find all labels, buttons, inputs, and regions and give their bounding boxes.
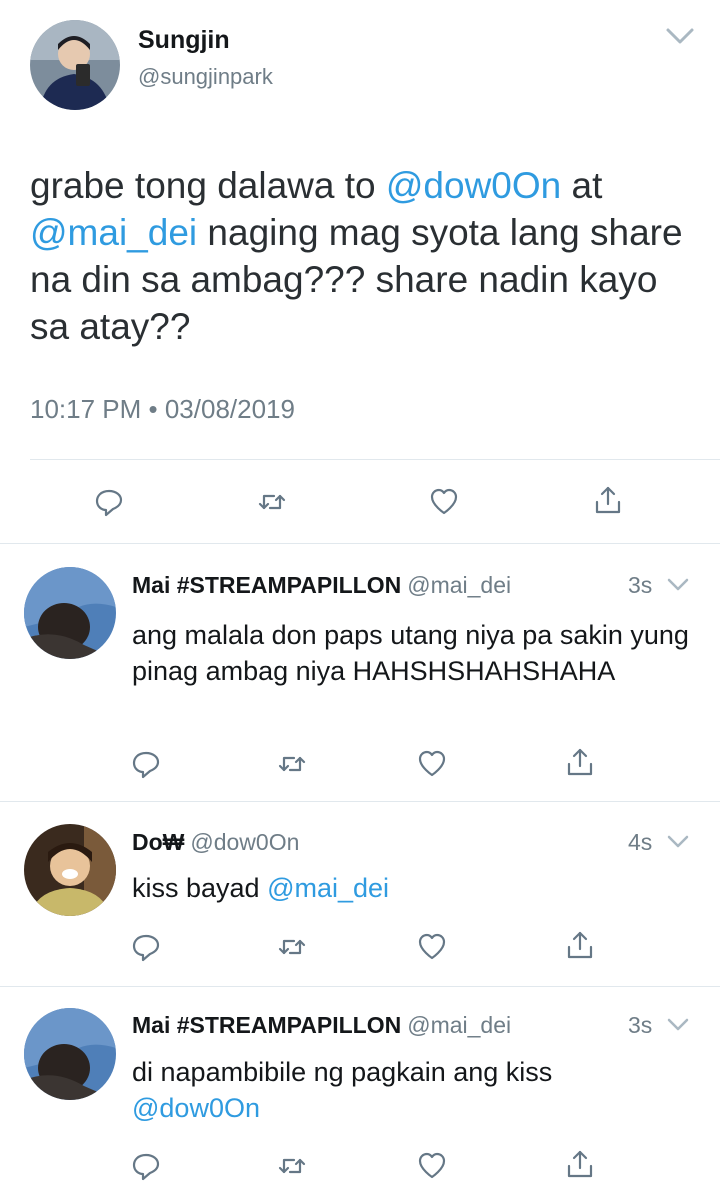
divider (0, 801, 720, 802)
author-name[interactable]: Sungjin (138, 26, 230, 55)
reply-author-name[interactable]: Mai #STREAMPAPILLON (132, 572, 401, 598)
reply-text: kiss bayad @mai_dei (132, 873, 390, 903)
author-avatar[interactable] (30, 20, 120, 110)
heart-icon[interactable] (412, 744, 452, 784)
mention-link[interactable]: @dow0On (132, 1093, 260, 1123)
heart-icon[interactable] (412, 1146, 452, 1186)
share-icon[interactable] (588, 480, 628, 520)
chevron-down-icon[interactable] (666, 1017, 690, 1033)
reply-author-name[interactable]: Mai #STREAMPAPILLON (132, 1012, 401, 1038)
share-icon[interactable] (560, 1144, 600, 1184)
heart-icon[interactable] (424, 482, 464, 522)
reply-icon[interactable] (126, 1146, 166, 1186)
mention-link[interactable]: @mai_dei (267, 873, 389, 903)
heart-icon[interactable] (412, 927, 452, 967)
reply-icon[interactable] (126, 927, 166, 967)
reply-avatar[interactable] (24, 824, 116, 916)
reply-icon[interactable] (126, 744, 166, 784)
share-icon[interactable] (560, 925, 600, 965)
reply-time: 4s (628, 829, 653, 855)
reply-avatar[interactable] (24, 1008, 116, 1100)
reply-author-name[interactable]: Do₩ (132, 829, 184, 855)
retweet-icon[interactable] (272, 1146, 312, 1186)
mention-link[interactable]: @mai_dei (30, 212, 197, 253)
tweet-text: grabe tong dalawa to @dow0On at @mai_dei… (30, 165, 683, 347)
author-handle[interactable]: @sungjinpark (138, 64, 273, 90)
reply-author-handle[interactable]: @mai_dei (407, 1012, 511, 1038)
chevron-down-icon[interactable] (664, 26, 696, 46)
divider (0, 543, 720, 544)
reply-author-handle[interactable]: @mai_dei (407, 572, 511, 598)
chevron-down-icon[interactable] (666, 834, 690, 850)
retweet-icon[interactable] (252, 482, 292, 522)
chevron-down-icon[interactable] (666, 577, 690, 593)
reply-text: ang malala don paps utang niya pa sakin … (132, 620, 689, 686)
reply-icon[interactable] (89, 482, 129, 522)
retweet-icon[interactable] (272, 744, 312, 784)
reply-text: di napambibile ng pagkain ang kiss @dow0O… (132, 1057, 553, 1123)
reply-time: 3s (628, 1012, 653, 1038)
retweet-icon[interactable] (272, 927, 312, 967)
tweet-timestamp: 10:17 PM • 03/08/2019 (30, 394, 295, 424)
divider (0, 986, 720, 987)
mention-link[interactable]: @dow0On (386, 165, 561, 206)
divider (30, 459, 720, 460)
reply-time: 3s (628, 572, 653, 598)
share-icon[interactable] (560, 742, 600, 782)
reply-avatar[interactable] (24, 567, 116, 659)
reply-author-handle[interactable]: @dow0On (190, 829, 299, 855)
